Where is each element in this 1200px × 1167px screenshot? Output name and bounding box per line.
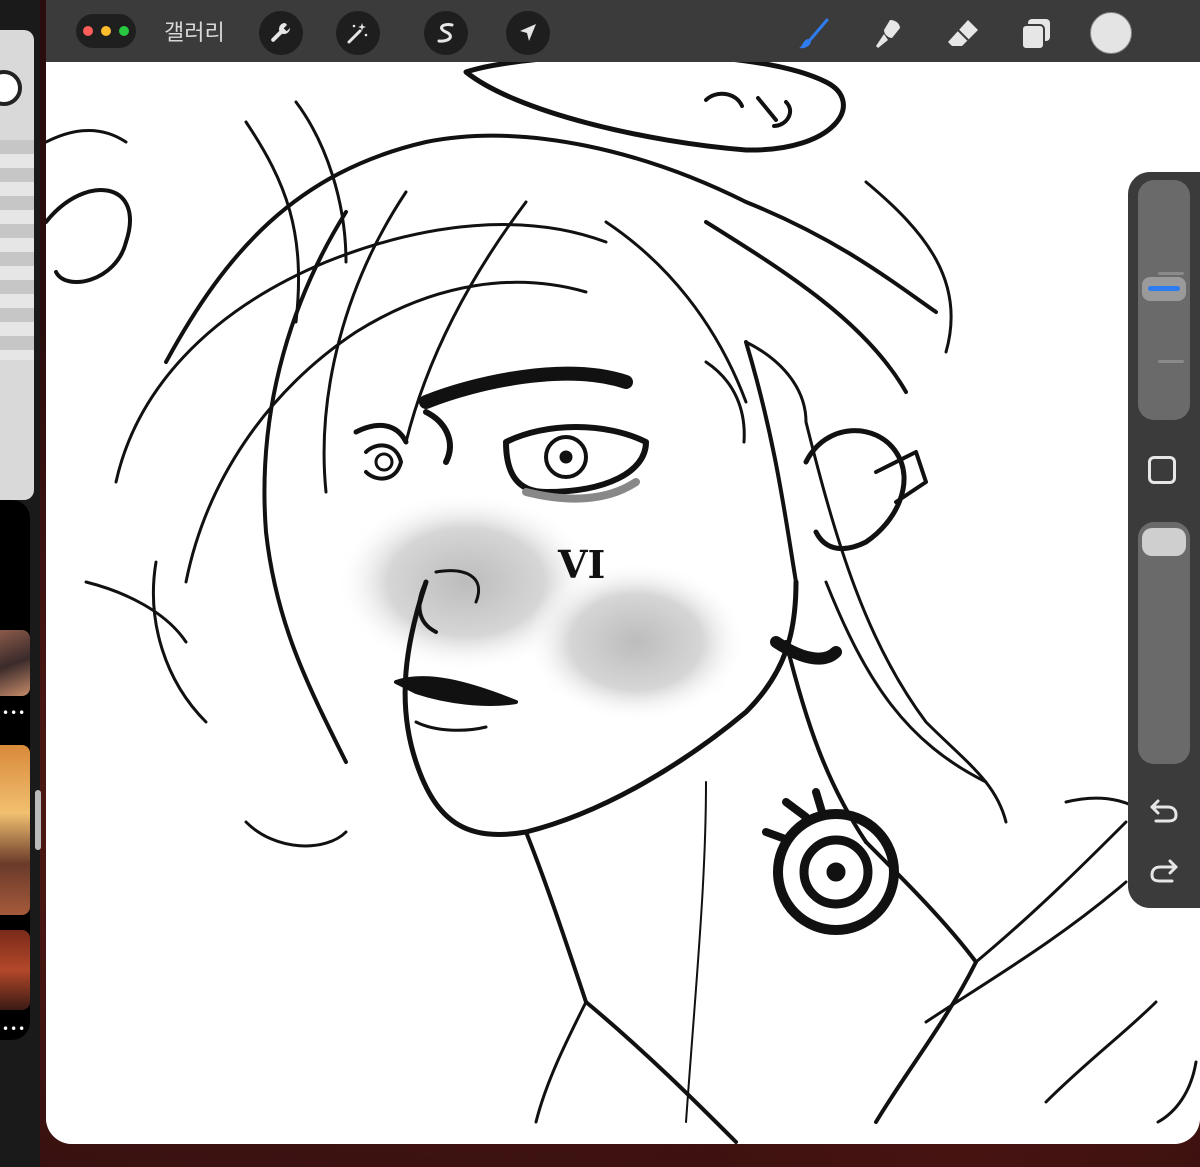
background-app-layer-list xyxy=(0,140,34,360)
opacity-slider[interactable] xyxy=(1138,522,1190,764)
minimize-dot[interactable] xyxy=(101,26,111,36)
feed-thumbnail[interactable] xyxy=(0,930,30,1010)
canvas-text-mark: VI xyxy=(557,542,605,587)
smudge-tool[interactable] xyxy=(866,12,910,56)
more-icon[interactable]: ••• xyxy=(2,1022,26,1036)
brush-sidebar xyxy=(1128,172,1200,908)
zoom-dot[interactable] xyxy=(119,26,129,36)
eraser-icon xyxy=(948,20,978,46)
color-picker-button[interactable] xyxy=(1090,12,1132,54)
smudge-icon xyxy=(876,20,900,48)
transform-button[interactable] xyxy=(506,11,550,55)
move-arrow-icon xyxy=(520,24,536,41)
window-resize-handle[interactable] xyxy=(35,790,41,850)
background-app-window[interactable]: ••• ••• xyxy=(0,0,40,1167)
feed-thumbnail[interactable] xyxy=(0,745,30,915)
wrench-icon xyxy=(271,22,290,42)
actions-button[interactable] xyxy=(259,11,303,55)
close-dot[interactable] xyxy=(83,26,93,36)
feed-thumbnail[interactable] xyxy=(0,630,30,696)
background-app-panel xyxy=(0,30,34,500)
selection-button[interactable] xyxy=(424,11,468,55)
selection-icon xyxy=(437,23,454,43)
size-preset-tick xyxy=(1158,360,1184,363)
procreate-window: 갤러리 VI xyxy=(46,0,1200,1144)
sketch-artwork: VI xyxy=(46,62,1198,1144)
brush-size-knob[interactable] xyxy=(1142,277,1186,302)
modify-button[interactable] xyxy=(1148,456,1176,484)
background-app-button[interactable] xyxy=(0,70,22,106)
gallery-button[interactable]: 갤러리 xyxy=(164,15,225,47)
undo-button[interactable] xyxy=(1146,796,1182,826)
top-toolbar: 갤러리 xyxy=(46,0,1200,62)
window-controls[interactable] xyxy=(76,14,136,48)
redo-button[interactable] xyxy=(1146,856,1182,886)
eraser-tool[interactable] xyxy=(941,12,985,56)
size-preset-tick xyxy=(1158,272,1184,275)
layers-icon xyxy=(1021,19,1050,50)
drawing-canvas[interactable]: VI xyxy=(46,62,1200,1144)
adjustments-button[interactable] xyxy=(336,11,380,55)
layers-button[interactable] xyxy=(1014,12,1058,56)
magic-wand-icon xyxy=(347,23,368,44)
more-icon[interactable]: ••• xyxy=(2,706,26,720)
undo-icon xyxy=(1150,799,1178,823)
opacity-knob[interactable] xyxy=(1142,528,1186,556)
redo-icon xyxy=(1150,859,1178,883)
brush-icon xyxy=(799,18,829,49)
paint-tool[interactable] xyxy=(792,12,836,56)
